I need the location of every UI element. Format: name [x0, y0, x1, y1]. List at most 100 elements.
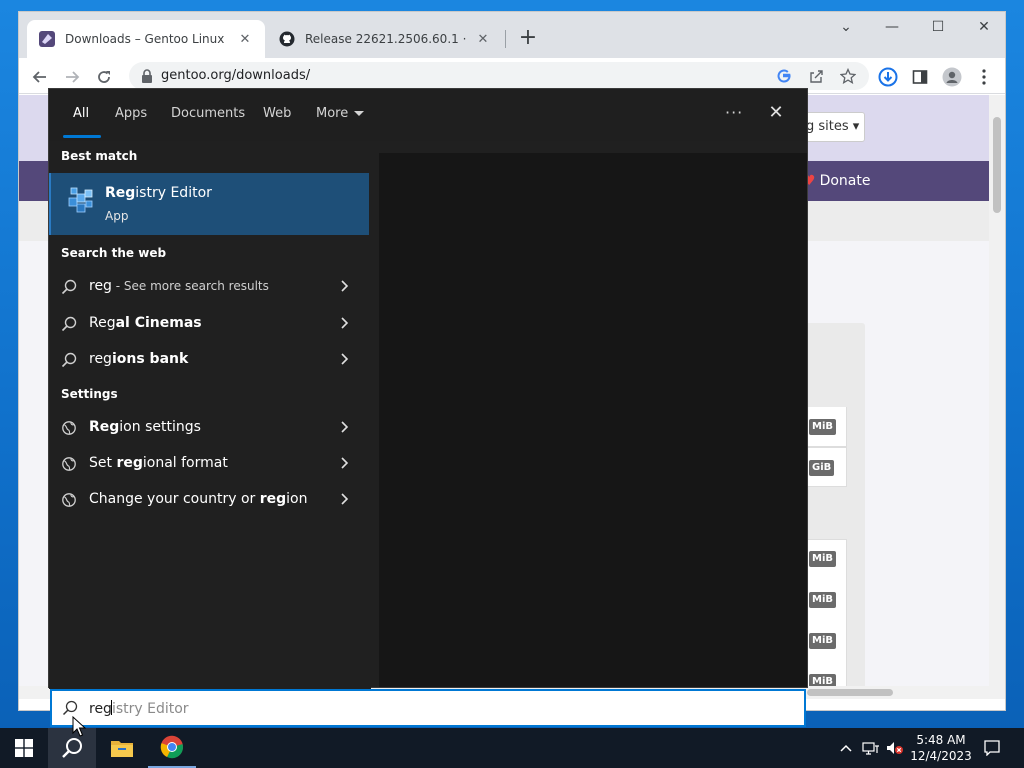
download-icon[interactable] — [875, 64, 901, 90]
profile-avatar-icon[interactable] — [939, 64, 965, 90]
scrollbar-thumb[interactable] — [993, 117, 1001, 213]
taskbar-clock[interactable]: 5:48 AM 12/4/2023 — [906, 732, 976, 764]
region-globe-icon — [62, 493, 76, 507]
tab-apps[interactable]: Apps — [115, 106, 147, 121]
close-search-button[interactable]: ✕ — [765, 102, 787, 124]
taskbar: 5:48 AM 12/4/2023 — [0, 728, 1024, 768]
web-result[interactable]: Regal Cinemas — [49, 307, 369, 341]
match-highlight: reg — [89, 351, 112, 367]
match-highlight: Reg — [89, 315, 116, 331]
network-icon[interactable] — [860, 728, 882, 768]
google-lens-icon[interactable] — [775, 67, 793, 85]
result-rest: ions bank — [111, 351, 189, 367]
tab-close-icon[interactable]: ✕ — [475, 32, 491, 47]
chevron-right-icon — [341, 457, 349, 469]
donate-label: Donate — [819, 173, 871, 189]
forward-arrow-icon[interactable] — [59, 64, 85, 90]
reload-icon[interactable] — [91, 64, 117, 90]
search-input[interactable]: registry Editor — [50, 689, 806, 727]
result-rest: ion — [286, 491, 308, 507]
chevron-right-icon — [341, 421, 349, 433]
best-match-heading: Best match — [61, 149, 138, 163]
search-query: registry Editor — [89, 700, 189, 717]
url-text: gentoo.org/downloads/ — [161, 68, 311, 83]
tab-documents[interactable]: Documents — [171, 106, 245, 121]
search-filter-tabs: All Apps Documents Web More ··· ✕ — [49, 89, 807, 141]
search-icon — [61, 316, 77, 332]
donate-link[interactable]: ♥ Donate — [803, 173, 870, 189]
tab-title: Downloads – Gentoo Linux — [65, 32, 225, 46]
settings-result[interactable]: Change your country or region — [49, 483, 369, 517]
search-web-heading: Search the web — [61, 246, 167, 260]
autocomplete-hint: istry Editor — [111, 701, 189, 717]
vertical-scrollbar[interactable] — [989, 95, 1005, 699]
address-bar[interactable]: gentoo.org/downloads/ — [129, 62, 869, 90]
result-prefix: Change your country or — [89, 491, 260, 507]
web-result-label: Regal Cinemas — [89, 315, 202, 331]
show-hidden-icons-chevron-up-icon[interactable] — [836, 728, 856, 768]
tab-close-icon[interactable]: ✕ — [237, 32, 253, 47]
menu-kebab-icon[interactable] — [971, 64, 997, 90]
new-tab-button[interactable]: + — [515, 26, 541, 52]
clock-time: 5:48 AM — [916, 733, 966, 747]
bookmark-star-icon[interactable] — [839, 67, 857, 85]
share-icon[interactable] — [807, 67, 825, 85]
folder-icon — [111, 741, 133, 757]
settings-heading: Settings — [61, 387, 118, 401]
close-window-button[interactable]: ✕ — [961, 12, 1005, 42]
match-highlight: reg — [116, 455, 143, 471]
registry-editor-icon — [68, 187, 93, 213]
tab-more[interactable]: More — [316, 106, 365, 121]
chevron-right-icon — [341, 353, 349, 365]
region-globe-icon — [62, 421, 76, 435]
github-favicon-icon — [279, 31, 295, 47]
size-badge: MiB — [809, 551, 837, 567]
start-button[interactable] — [0, 728, 48, 768]
file-explorer-button[interactable] — [98, 728, 146, 768]
chrome-taskbar-button[interactable] — [148, 728, 196, 768]
tab-web[interactable]: Web — [263, 106, 291, 121]
scrollbar-thumb[interactable] — [807, 689, 893, 696]
minimize-button[interactable]: — — [869, 12, 915, 42]
search-icon — [61, 352, 77, 368]
result-rest: ion settings — [119, 419, 201, 435]
settings-result[interactable]: Set regional format — [49, 447, 369, 481]
lock-icon — [142, 69, 152, 83]
search-icon — [61, 279, 77, 295]
size-badge: MiB — [809, 592, 837, 608]
web-result[interactable]: reg - See more search results — [49, 270, 369, 304]
tab-title: Release 22621.2506.60.1 · valinet/ — [305, 32, 469, 46]
web-result-label: reg - See more search results — [89, 278, 269, 294]
tab-search-dropdown-icon[interactable]: ⌄ — [823, 12, 869, 42]
match-highlight: Reg — [105, 185, 136, 201]
search-icon — [62, 700, 78, 716]
result-prefix: Set — [89, 455, 117, 471]
tab-github-release[interactable]: Release 22621.2506.60.1 · valinet/ ✕ — [267, 20, 503, 58]
side-panel-icon[interactable] — [907, 64, 933, 90]
best-match-subtitle: App — [105, 209, 129, 223]
tab-separator — [505, 30, 506, 48]
chrome-icon — [160, 735, 183, 759]
back-arrow-icon[interactable] — [27, 64, 53, 90]
size-badge: GiB — [809, 460, 835, 476]
web-result[interactable]: regions bank — [49, 343, 369, 377]
web-result-label: regions bank — [89, 351, 188, 367]
windows-logo-icon — [15, 739, 33, 757]
start-search-panel: All Apps Documents Web More ··· ✕ Best m… — [48, 88, 808, 689]
tab-all[interactable]: All — [73, 106, 89, 121]
preview-pane — [379, 153, 807, 687]
typed-text: reg — [89, 701, 112, 717]
caret-down-icon — [354, 111, 365, 116]
settings-result-label: Region settings — [89, 419, 201, 435]
best-match-result[interactable]: Registry Editor App — [49, 173, 369, 235]
result-hint: - See more search results — [111, 279, 269, 293]
maximize-button[interactable]: ☐ — [915, 12, 961, 42]
size-badge: MiB — [809, 419, 837, 435]
volume-muted-icon[interactable] — [884, 728, 906, 768]
notification-center-icon[interactable] — [980, 728, 1004, 768]
more-options-icon[interactable]: ··· — [725, 103, 743, 122]
settings-result[interactable]: Region settings — [49, 411, 369, 445]
chevron-right-icon — [341, 317, 349, 329]
mouse-cursor-icon — [72, 716, 86, 737]
tab-gentoo-downloads[interactable]: Downloads – Gentoo Linux ✕ — [27, 20, 265, 58]
